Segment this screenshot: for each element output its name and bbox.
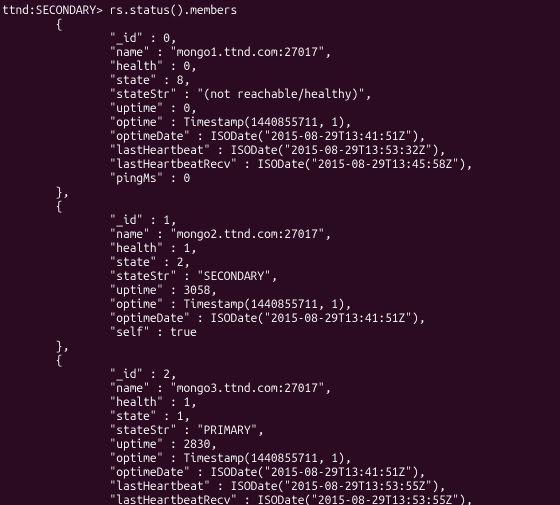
field-lasthb: "lastHeartbeat" : ISODate("2015-08-29T13… bbox=[110, 144, 439, 157]
field-lasthbrecv: "lastHeartbeatRecv" : ISODate("2015-08-2… bbox=[110, 494, 466, 505]
field-optime: "optime" : Timestamp(1440855711, 1) bbox=[110, 452, 345, 465]
field-health: "health" : 1 bbox=[110, 242, 191, 255]
field-optime: "optime" : Timestamp(1440855711, 1) bbox=[110, 116, 345, 129]
field-optime: "optime" : Timestamp(1440855711, 1) bbox=[110, 298, 345, 311]
field-name: "name" : "mongo1.ttnd.com:27017" bbox=[110, 46, 325, 59]
field-pingms: "pingMs" : 0 bbox=[110, 172, 191, 185]
field-health: "health" : 0 bbox=[110, 60, 191, 73]
field-state: "state" : 2 bbox=[110, 256, 184, 269]
field-lasthbrecv: "lastHeartbeatRecv" : ISODate("2015-08-2… bbox=[110, 158, 466, 171]
field-state: "state" : 1 bbox=[110, 410, 184, 423]
field-statestr: "stateStr" : "PRIMARY" bbox=[110, 424, 258, 437]
field-uptime: "uptime" : 3058 bbox=[110, 284, 211, 297]
prompt-line: ttnd:SECONDARY> rs.status().members bbox=[2, 4, 237, 17]
field-id: "_id" : 0 bbox=[110, 32, 171, 45]
field-optimedate: "optimeDate" : ISODate("2015-08-29T13:41… bbox=[110, 312, 419, 325]
field-uptime: "uptime" : 2830 bbox=[110, 438, 211, 451]
field-statestr: "stateStr" : "SECONDARY" bbox=[110, 270, 271, 283]
terminal-output[interactable]: ttnd:SECONDARY> rs.status().members { "_… bbox=[0, 0, 560, 505]
field-optimedate: "optimeDate" : ISODate("2015-08-29T13:41… bbox=[110, 466, 419, 479]
field-statestr: "stateStr" : "(not reachable/healthy)" bbox=[110, 88, 365, 101]
field-name: "name" : "mongo3.ttnd.com:27017" bbox=[110, 382, 325, 395]
field-state: "state" : 8 bbox=[110, 74, 184, 87]
field-name: "name" : "mongo2.ttnd.com:27017" bbox=[110, 228, 325, 241]
field-lasthb: "lastHeartbeat" : ISODate("2015-08-29T13… bbox=[110, 480, 439, 493]
field-optimedate: "optimeDate" : ISODate("2015-08-29T13:41… bbox=[110, 130, 419, 143]
field-uptime: "uptime" : 0 bbox=[110, 102, 191, 115]
field-health: "health" : 1 bbox=[110, 396, 191, 409]
field-id: "_id" : 2 bbox=[110, 368, 171, 381]
field-self: "self" : true bbox=[110, 326, 197, 339]
field-id: "_id" : 1 bbox=[110, 214, 171, 227]
